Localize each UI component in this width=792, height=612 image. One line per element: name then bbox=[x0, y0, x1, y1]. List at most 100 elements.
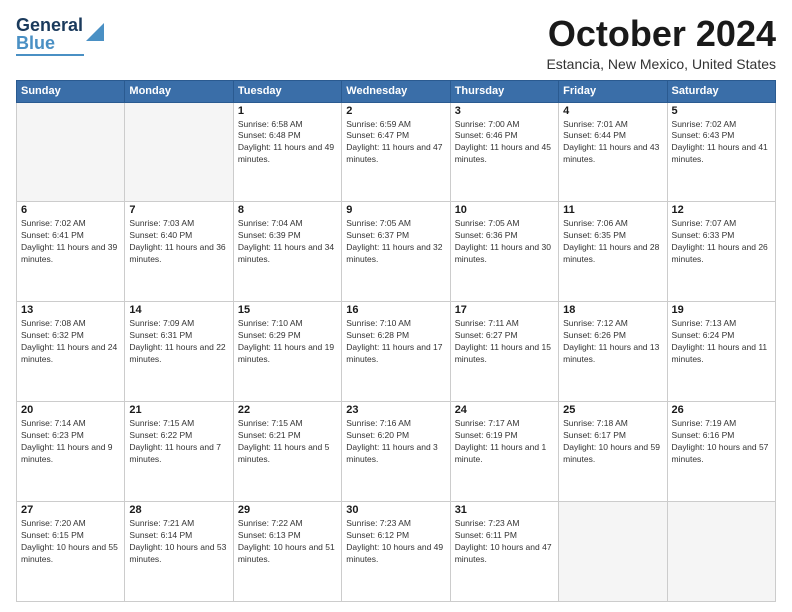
day-number: 26 bbox=[672, 404, 771, 416]
day-info: Sunrise: 7:21 AMSunset: 6:14 PMDaylight:… bbox=[129, 518, 228, 566]
calendar-cell: 17Sunrise: 7:11 AMSunset: 6:27 PMDayligh… bbox=[450, 302, 558, 402]
day-info: Sunrise: 7:15 AMSunset: 6:21 PMDaylight:… bbox=[238, 418, 337, 466]
logo-blue: Blue bbox=[16, 34, 83, 52]
calendar-cell: 10 Sunrise: 7:05 AMSunset: 6:36 PMDayligh… bbox=[450, 202, 558, 302]
header: General Blue October 2024 Estancia, New … bbox=[16, 14, 776, 72]
day-number: 14 bbox=[129, 304, 228, 316]
calendar-cell: 23Sunrise: 7:16 AMSunset: 6:20 PMDayligh… bbox=[342, 402, 450, 502]
logo-icon bbox=[86, 19, 104, 41]
calendar-cell: 7Sunrise: 7:03 AMSunset: 6:40 PMDaylight… bbox=[125, 202, 233, 302]
day-info: Sunrise: 7:05 AMSunset: 6:36 PMDaylight:… bbox=[455, 218, 554, 266]
calendar-header-row: Sunday Monday Tuesday Wednesday Thursday… bbox=[17, 80, 776, 102]
calendar-cell: 6 Sunrise: 7:02 AMSunset: 6:41 PMDaylight… bbox=[17, 202, 125, 302]
col-tuesday: Tuesday bbox=[233, 80, 341, 102]
calendar-cell: 14 Sunrise: 7:09 AMSunset: 6:31 PMDayligh… bbox=[125, 302, 233, 402]
calendar-cell: 3 Sunrise: 7:00 AMSunset: 6:46 PMDaylight… bbox=[450, 102, 558, 202]
day-info: Sunrise: 7:12 AMSunset: 6:26 PMDaylight:… bbox=[563, 318, 662, 366]
day-number: 4 bbox=[563, 105, 662, 117]
day-info: Sunrise: 7:09 AMSunset: 6:31 PMDaylight:… bbox=[129, 318, 228, 366]
location: Estancia, New Mexico, United States bbox=[546, 56, 776, 72]
day-number: 16 bbox=[346, 304, 445, 316]
day-number: 17 bbox=[455, 304, 554, 316]
day-number: 1 bbox=[238, 105, 337, 117]
day-number: 20 bbox=[21, 404, 120, 416]
day-info: Sunrise: 7:16 AMSunset: 6:20 PMDaylight:… bbox=[346, 418, 445, 466]
calendar-cell: 26 Sunrise: 7:19 AMSunset: 6:16 PMDayligh… bbox=[667, 402, 775, 502]
day-number: 8 bbox=[238, 204, 337, 216]
day-info: Sunrise: 7:10 AMSunset: 6:29 PMDaylight:… bbox=[238, 318, 337, 366]
day-number: 28 bbox=[129, 504, 228, 516]
day-info: Sunrise: 7:23 AMSunset: 6:11 PMDaylight:… bbox=[455, 518, 554, 566]
calendar-cell: 18 Sunrise: 7:12 AMSunset: 6:26 PMDayligh… bbox=[559, 302, 667, 402]
calendar-cell: 24 Sunrise: 7:17 AMSunset: 6:19 PMDayligh… bbox=[450, 402, 558, 502]
calendar-cell: 12 Sunrise: 7:07 AMSunset: 6:33 PMDayligh… bbox=[667, 202, 775, 302]
day-number: 5 bbox=[672, 105, 771, 117]
calendar-cell: 22 Sunrise: 7:15 AMSunset: 6:21 PMDayligh… bbox=[233, 402, 341, 502]
col-friday: Friday bbox=[559, 80, 667, 102]
calendar-cell: 4 Sunrise: 7:01 AMSunset: 6:44 PMDaylight… bbox=[559, 102, 667, 202]
day-info: Sunrise: 7:08 AMSunset: 6:32 PMDaylight:… bbox=[21, 318, 120, 366]
calendar-cell: 8 Sunrise: 7:04 AMSunset: 6:39 PMDaylight… bbox=[233, 202, 341, 302]
col-monday: Monday bbox=[125, 80, 233, 102]
day-info: Sunrise: 7:01 AMSunset: 6:44 PMDaylight:… bbox=[563, 119, 662, 167]
day-info: Sunrise: 7:19 AMSunset: 6:16 PMDaylight:… bbox=[672, 418, 771, 466]
calendar-week-1: 1Sunrise: 6:58 AMSunset: 6:48 PMDaylight… bbox=[17, 102, 776, 202]
day-number: 21 bbox=[129, 404, 228, 416]
calendar-table: Sunday Monday Tuesday Wednesday Thursday… bbox=[16, 80, 776, 602]
day-number: 29 bbox=[238, 504, 337, 516]
day-info: Sunrise: 7:02 AMSunset: 6:41 PMDaylight:… bbox=[21, 218, 120, 266]
page: General Blue October 2024 Estancia, New … bbox=[0, 0, 792, 612]
title-area: October 2024 Estancia, New Mexico, Unite… bbox=[546, 14, 776, 72]
col-wednesday: Wednesday bbox=[342, 80, 450, 102]
calendar-cell: 16 Sunrise: 7:10 AMSunset: 6:28 PMDayligh… bbox=[342, 302, 450, 402]
calendar-cell: 21 Sunrise: 7:15 AMSunset: 6:22 PMDayligh… bbox=[125, 402, 233, 502]
day-info: Sunrise: 7:05 AMSunset: 6:37 PMDaylight:… bbox=[346, 218, 445, 266]
calendar-cell: 19Sunrise: 7:13 AMSunset: 6:24 PMDayligh… bbox=[667, 302, 775, 402]
day-number: 12 bbox=[672, 204, 771, 216]
calendar-cell bbox=[125, 102, 233, 202]
calendar-cell: 5Sunrise: 7:02 AMSunset: 6:43 PMDaylight… bbox=[667, 102, 775, 202]
calendar-cell bbox=[667, 502, 775, 602]
calendar-cell: 30Sunrise: 7:23 AMSunset: 6:12 PMDayligh… bbox=[342, 502, 450, 602]
day-number: 24 bbox=[455, 404, 554, 416]
month-title: October 2024 bbox=[546, 14, 776, 54]
calendar-cell: 2Sunrise: 6:59 AMSunset: 6:47 PMDaylight… bbox=[342, 102, 450, 202]
day-number: 18 bbox=[563, 304, 662, 316]
calendar-week-5: 27 Sunrise: 7:20 AMSunset: 6:15 PMDayligh… bbox=[17, 502, 776, 602]
calendar-cell: 20 Sunrise: 7:14 AMSunset: 6:23 PMDayligh… bbox=[17, 402, 125, 502]
day-info: Sunrise: 7:06 AMSunset: 6:35 PMDaylight:… bbox=[563, 218, 662, 266]
day-info: Sunrise: 7:04 AMSunset: 6:39 PMDaylight:… bbox=[238, 218, 337, 266]
day-info: Sunrise: 7:18 AMSunset: 6:17 PMDaylight:… bbox=[563, 418, 662, 466]
day-number: 31 bbox=[455, 504, 554, 516]
col-thursday: Thursday bbox=[450, 80, 558, 102]
day-info: Sunrise: 7:22 AMSunset: 6:13 PMDaylight:… bbox=[238, 518, 337, 566]
day-info: Sunrise: 7:14 AMSunset: 6:23 PMDaylight:… bbox=[21, 418, 120, 466]
calendar-cell: 27 Sunrise: 7:20 AMSunset: 6:15 PMDayligh… bbox=[17, 502, 125, 602]
day-info: Sunrise: 6:59 AMSunset: 6:47 PMDaylight:… bbox=[346, 119, 445, 167]
day-number: 3 bbox=[455, 105, 554, 117]
calendar-cell: 9Sunrise: 7:05 AMSunset: 6:37 PMDaylight… bbox=[342, 202, 450, 302]
calendar-cell: 1Sunrise: 6:58 AMSunset: 6:48 PMDaylight… bbox=[233, 102, 341, 202]
calendar-cell: 29 Sunrise: 7:22 AMSunset: 6:13 PMDayligh… bbox=[233, 502, 341, 602]
day-info: Sunrise: 7:23 AMSunset: 6:12 PMDaylight:… bbox=[346, 518, 445, 566]
calendar-week-3: 13 Sunrise: 7:08 AMSunset: 6:32 PMDayligh… bbox=[17, 302, 776, 402]
col-sunday: Sunday bbox=[17, 80, 125, 102]
calendar-cell: 31 Sunrise: 7:23 AMSunset: 6:11 PMDayligh… bbox=[450, 502, 558, 602]
day-info: Sunrise: 7:15 AMSunset: 6:22 PMDaylight:… bbox=[129, 418, 228, 466]
calendar-week-2: 6 Sunrise: 7:02 AMSunset: 6:41 PMDaylight… bbox=[17, 202, 776, 302]
day-info: Sunrise: 7:03 AMSunset: 6:40 PMDaylight:… bbox=[129, 218, 228, 266]
day-number: 10 bbox=[455, 204, 554, 216]
day-number: 13 bbox=[21, 304, 120, 316]
day-number: 27 bbox=[21, 504, 120, 516]
logo-divider bbox=[16, 54, 84, 56]
day-info: Sunrise: 7:20 AMSunset: 6:15 PMDaylight:… bbox=[21, 518, 120, 566]
day-number: 6 bbox=[21, 204, 120, 216]
calendar-cell bbox=[559, 502, 667, 602]
day-info: Sunrise: 7:07 AMSunset: 6:33 PMDaylight:… bbox=[672, 218, 771, 266]
day-number: 19 bbox=[672, 304, 771, 316]
day-number: 22 bbox=[238, 404, 337, 416]
day-info: Sunrise: 7:10 AMSunset: 6:28 PMDaylight:… bbox=[346, 318, 445, 366]
day-info: Sunrise: 7:17 AMSunset: 6:19 PMDaylight:… bbox=[455, 418, 554, 466]
day-info: Sunrise: 7:00 AMSunset: 6:46 PMDaylight:… bbox=[455, 119, 554, 167]
calendar-cell: 28 Sunrise: 7:21 AMSunset: 6:14 PMDayligh… bbox=[125, 502, 233, 602]
